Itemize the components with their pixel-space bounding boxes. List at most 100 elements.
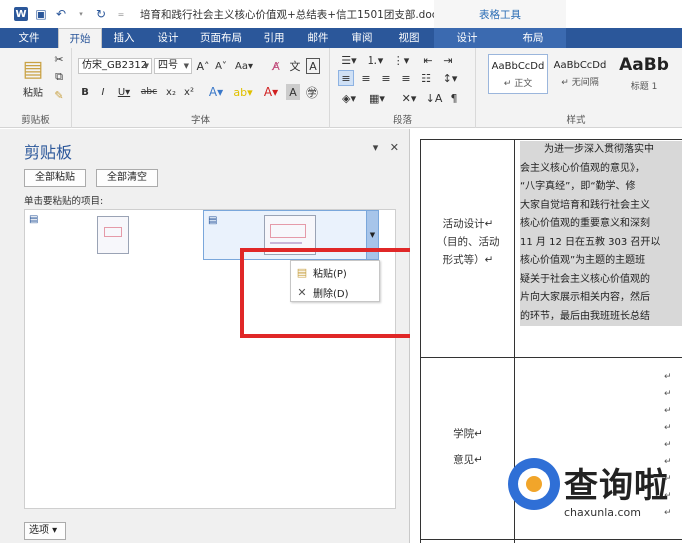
tab-mailings[interactable]: 邮件	[296, 28, 340, 48]
line-spacing-icon[interactable]: ↕▾	[440, 70, 460, 86]
font-name-dropdown[interactable]: 仿宋_GB2312 ▼	[78, 58, 152, 74]
word-logo-icon: W	[14, 7, 28, 21]
superscript-icon[interactable]: x²	[182, 84, 196, 100]
paragraph-group-label: 段落	[392, 115, 412, 126]
clear-all-button[interactable]: 全部清空	[96, 169, 158, 187]
shrink-font-icon[interactable]: A˅	[214, 58, 228, 74]
row-label-line: 活动设计↵	[442, 218, 494, 230]
undo-dropdown-icon[interactable]: ▾	[74, 7, 88, 21]
table-row-label-activity: 活动设计↵ （目的、活动 形式等）↵	[424, 215, 512, 269]
table-border	[420, 357, 682, 358]
strikethrough-icon[interactable]: abc	[138, 84, 160, 100]
tab-table-design[interactable]: 设计	[434, 28, 500, 48]
ribbon: ▤ 粘贴 ✂ ⧉ ✎ 剪贴板 仿宋_GB2312 ▼ 四号 ▼ A˄ A˅ Aa…	[0, 48, 682, 128]
redo-icon[interactable]: ↻	[94, 7, 108, 21]
bold-icon[interactable]: B	[78, 84, 92, 100]
tab-review[interactable]: 审阅	[340, 28, 384, 48]
tab-page-layout[interactable]: 页面布局	[190, 28, 252, 48]
character-border-icon[interactable]: A	[306, 58, 320, 74]
pane-options-icon[interactable]: ▾	[373, 141, 379, 154]
font-size-value: 四号	[158, 60, 178, 71]
paragraph-mark: ↵	[664, 406, 672, 416]
borders-icon[interactable]: ▦▾	[366, 90, 388, 106]
style-heading-1-name: 标题 1	[630, 82, 658, 92]
distributed-icon[interactable]: ☷	[418, 70, 434, 86]
paragraph-mark: ↵	[664, 440, 672, 450]
text-effects-icon[interactable]: A▾	[206, 84, 226, 100]
bullets-icon[interactable]: ☰▾	[338, 52, 360, 68]
font-color-icon[interactable]: A▾	[260, 84, 282, 100]
document-body-text[interactable]: 为进一步深入贯彻落实中 会主义核心价值观的意见》， “八字真经”，即“勤学、修 …	[520, 141, 682, 326]
save-icon[interactable]: ▣	[34, 7, 48, 21]
justify-icon[interactable]: ≡	[398, 70, 414, 86]
paragraph-group: ☰▾ ⒈▾ ⋮▾ ⇤ ⇥ ≡ ≡ ≡ ≡ ☷ ↕▾ ◈▾ ▦▾ ✕▾ ↓A ¶ …	[330, 48, 476, 128]
clipboard-item[interactable]: ▤	[25, 210, 175, 260]
table-border	[420, 139, 421, 543]
close-icon[interactable]: ✕	[390, 141, 399, 154]
align-left-icon[interactable]: ≡	[338, 70, 354, 86]
underline-icon[interactable]: U▾	[114, 84, 134, 100]
sort-icon[interactable]: ↓A	[426, 90, 443, 106]
align-right-icon[interactable]: ≡	[378, 70, 394, 86]
pane-hint: 单击要粘贴的项目:	[24, 196, 104, 207]
style-no-spacing-preview: AaBbCcDd	[553, 60, 607, 71]
chevron-down-icon: ▼	[143, 62, 149, 70]
grow-font-icon[interactable]: A˄	[196, 58, 210, 74]
show-marks-icon[interactable]: ¶	[446, 90, 462, 106]
decrease-indent-icon[interactable]: ⇤	[420, 52, 436, 68]
style-no-spacing[interactable]: AaBbCcDd ↵ 无间隔	[550, 54, 610, 94]
cut-icon[interactable]: ✂	[52, 52, 66, 66]
phonetic-guide-icon[interactable]: 文	[288, 58, 302, 74]
document-icon: ▤	[29, 214, 39, 225]
font-size-dropdown[interactable]: 四号 ▼	[154, 58, 192, 74]
watermark-logo-icon	[508, 458, 560, 510]
text-line: 11 月 12 日在五教 303 召开以	[520, 233, 682, 252]
paste-icon[interactable]: ▤	[20, 54, 46, 84]
format-painter-icon[interactable]: ✎	[52, 88, 66, 102]
row-label-line: 形式等）↵	[442, 254, 494, 266]
tab-view[interactable]: 视图	[384, 28, 434, 48]
chinese-layout-icon[interactable]: ✕▾	[398, 90, 420, 106]
numbering-icon[interactable]: ⒈▾	[364, 52, 386, 68]
paste-all-button[interactable]: 全部粘贴	[24, 169, 86, 187]
shading-icon[interactable]: ◈▾	[338, 90, 360, 106]
tab-insert[interactable]: 插入	[102, 28, 146, 48]
logo-dot	[526, 476, 542, 492]
style-normal[interactable]: AaBbCcDd ↵ 正文	[488, 54, 548, 94]
highlight-color-icon[interactable]: ab▾	[232, 84, 254, 100]
tab-file[interactable]: 文件	[0, 28, 58, 48]
clear-formatting-icon[interactable]: A̸	[268, 58, 284, 74]
undo-icon[interactable]: ↶	[54, 7, 68, 21]
enclose-characters-icon[interactable]: ㊫	[304, 84, 320, 100]
change-case-icon[interactable]: Aa▾	[234, 58, 254, 74]
copy-icon[interactable]: ⧉	[52, 70, 66, 84]
thumbnail-content	[270, 242, 302, 244]
watermark-text: 查询啦	[564, 466, 669, 506]
multilevel-list-icon[interactable]: ⋮▾	[390, 52, 412, 68]
subscript-icon[interactable]: x₂	[164, 84, 178, 100]
styles-group-label: 样式	[566, 115, 586, 126]
tab-table-layout[interactable]: 布局	[500, 28, 566, 48]
clipboard-group: ▤ 粘贴 ✂ ⧉ ✎ 剪贴板	[0, 48, 72, 128]
text-line: 核心价值观”为主题的主题班	[520, 252, 682, 271]
increase-indent-icon[interactable]: ⇥	[440, 52, 456, 68]
italic-icon[interactable]: I	[96, 84, 110, 100]
pane-options-button[interactable]: 选项 ▾	[24, 522, 66, 540]
paragraph-mark: ↵	[664, 372, 672, 382]
character-shading-icon[interactable]: A	[286, 84, 300, 100]
align-center-icon[interactable]: ≡	[358, 70, 374, 86]
style-heading-1[interactable]: AaBb 标题 1	[612, 54, 676, 94]
chevron-down-icon: ▼	[183, 62, 189, 70]
row-label-line: 意见↵	[453, 454, 483, 466]
customize-toolbar-icon[interactable]: =	[114, 7, 128, 21]
tab-references[interactable]: 引用	[252, 28, 296, 48]
style-normal-preview: AaBbCcDd	[491, 61, 545, 72]
title-bar: W ▣ ↶ ▾ ↻ = 培育和践行社会主义核心价值观+总结表+信工1501团支部…	[0, 0, 682, 28]
styles-group: AaBbCcDd ↵ 正文 AaBbCcDd ↵ 无间隔 AaBb 标题 1 样…	[476, 48, 682, 128]
text-line: 会主义核心价值观的意见》，	[520, 159, 682, 178]
tab-home[interactable]: 开始	[58, 28, 102, 48]
paragraph-mark: ↵	[664, 423, 672, 433]
tab-design[interactable]: 设计	[146, 28, 190, 48]
font-group: 仿宋_GB2312 ▼ 四号 ▼ A˄ A˅ Aa▾ A̸ 文 A B I U▾…	[72, 48, 330, 128]
paste-button[interactable]: 粘贴	[18, 84, 48, 99]
